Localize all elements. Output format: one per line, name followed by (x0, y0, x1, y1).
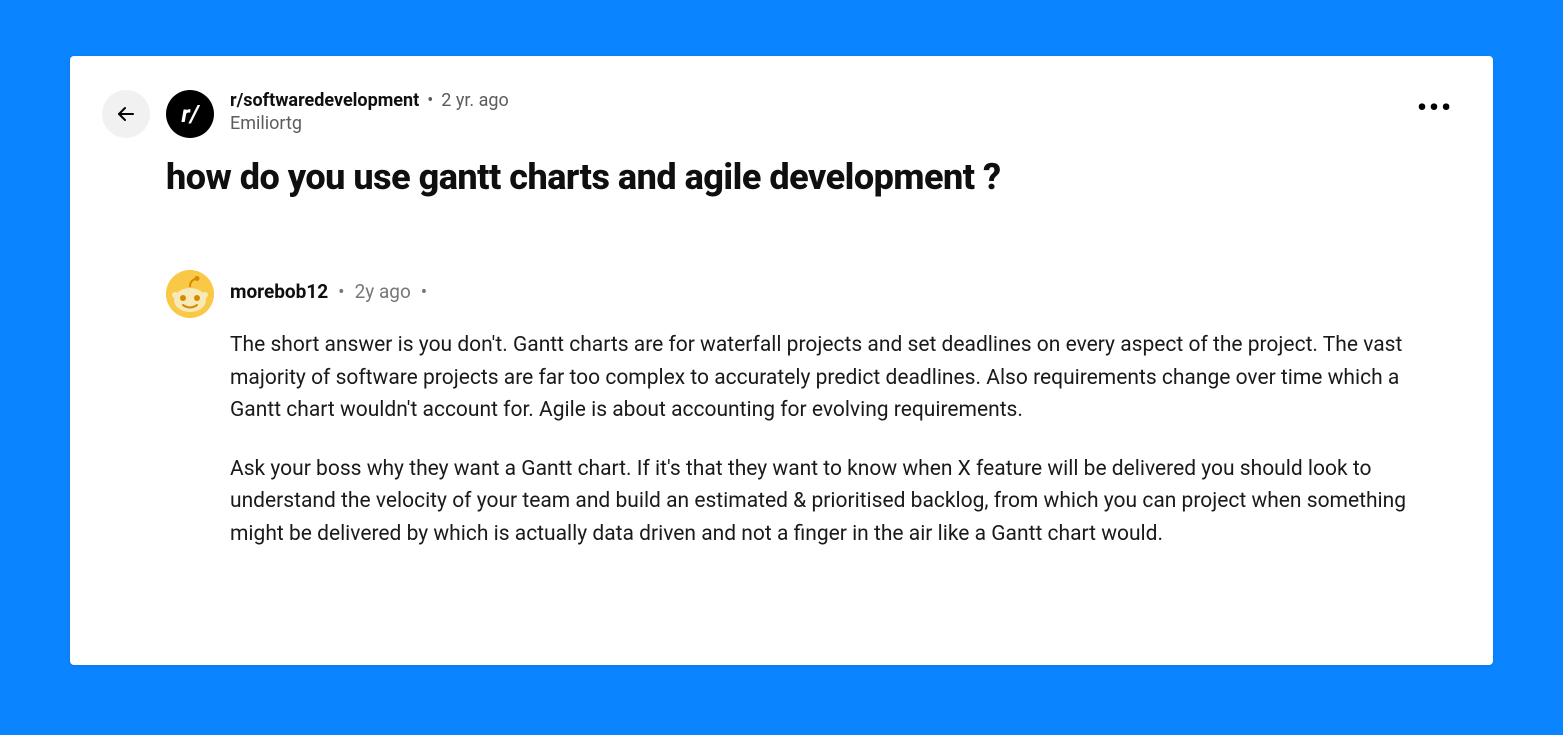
comment-content: morebob12 • 2y ago • The short answer is… (230, 270, 1453, 550)
arrow-left-icon (114, 102, 138, 126)
comment-avatar[interactable] (166, 270, 214, 318)
meta-separator: • (427, 90, 433, 111)
comment-body: The short answer is you don't. Gantt cha… (230, 329, 1453, 550)
comment-age: 2y ago (355, 280, 411, 303)
subreddit-avatar-text: r/ (181, 100, 198, 128)
more-icon: ••• (1417, 91, 1453, 124)
comment-paragraph: Ask your boss why they want a Gantt char… (230, 453, 1453, 551)
post-age: 2 yr. ago (441, 90, 509, 111)
comment-paragraph: The short answer is you don't. Gantt cha… (230, 329, 1453, 427)
comment-author-link[interactable]: morebob12 (230, 280, 328, 303)
more-options-button[interactable]: ••• (1417, 90, 1453, 122)
subreddit-link[interactable]: r/softwaredevelopment (230, 90, 419, 111)
comment-meta: morebob12 • 2y ago • (230, 270, 1453, 303)
back-button[interactable] (102, 90, 150, 138)
post-author-link[interactable]: Emiliortg (230, 113, 1401, 134)
post-header: r/ r/softwaredevelopment • 2 yr. ago Emi… (102, 90, 1453, 138)
snoo-icon (166, 270, 214, 318)
meta-dot-trailing: • (421, 280, 427, 303)
meta-dot: • (338, 280, 344, 303)
post-title: how do you use gantt charts and agile de… (166, 156, 1453, 198)
post-card: r/ r/softwaredevelopment • 2 yr. ago Emi… (70, 56, 1493, 665)
post-meta-line1: r/softwaredevelopment • 2 yr. ago (230, 90, 1401, 111)
post-meta: r/softwaredevelopment • 2 yr. ago Emilio… (230, 90, 1401, 134)
subreddit-avatar[interactable]: r/ (166, 90, 214, 138)
comment: morebob12 • 2y ago • The short answer is… (166, 270, 1453, 550)
